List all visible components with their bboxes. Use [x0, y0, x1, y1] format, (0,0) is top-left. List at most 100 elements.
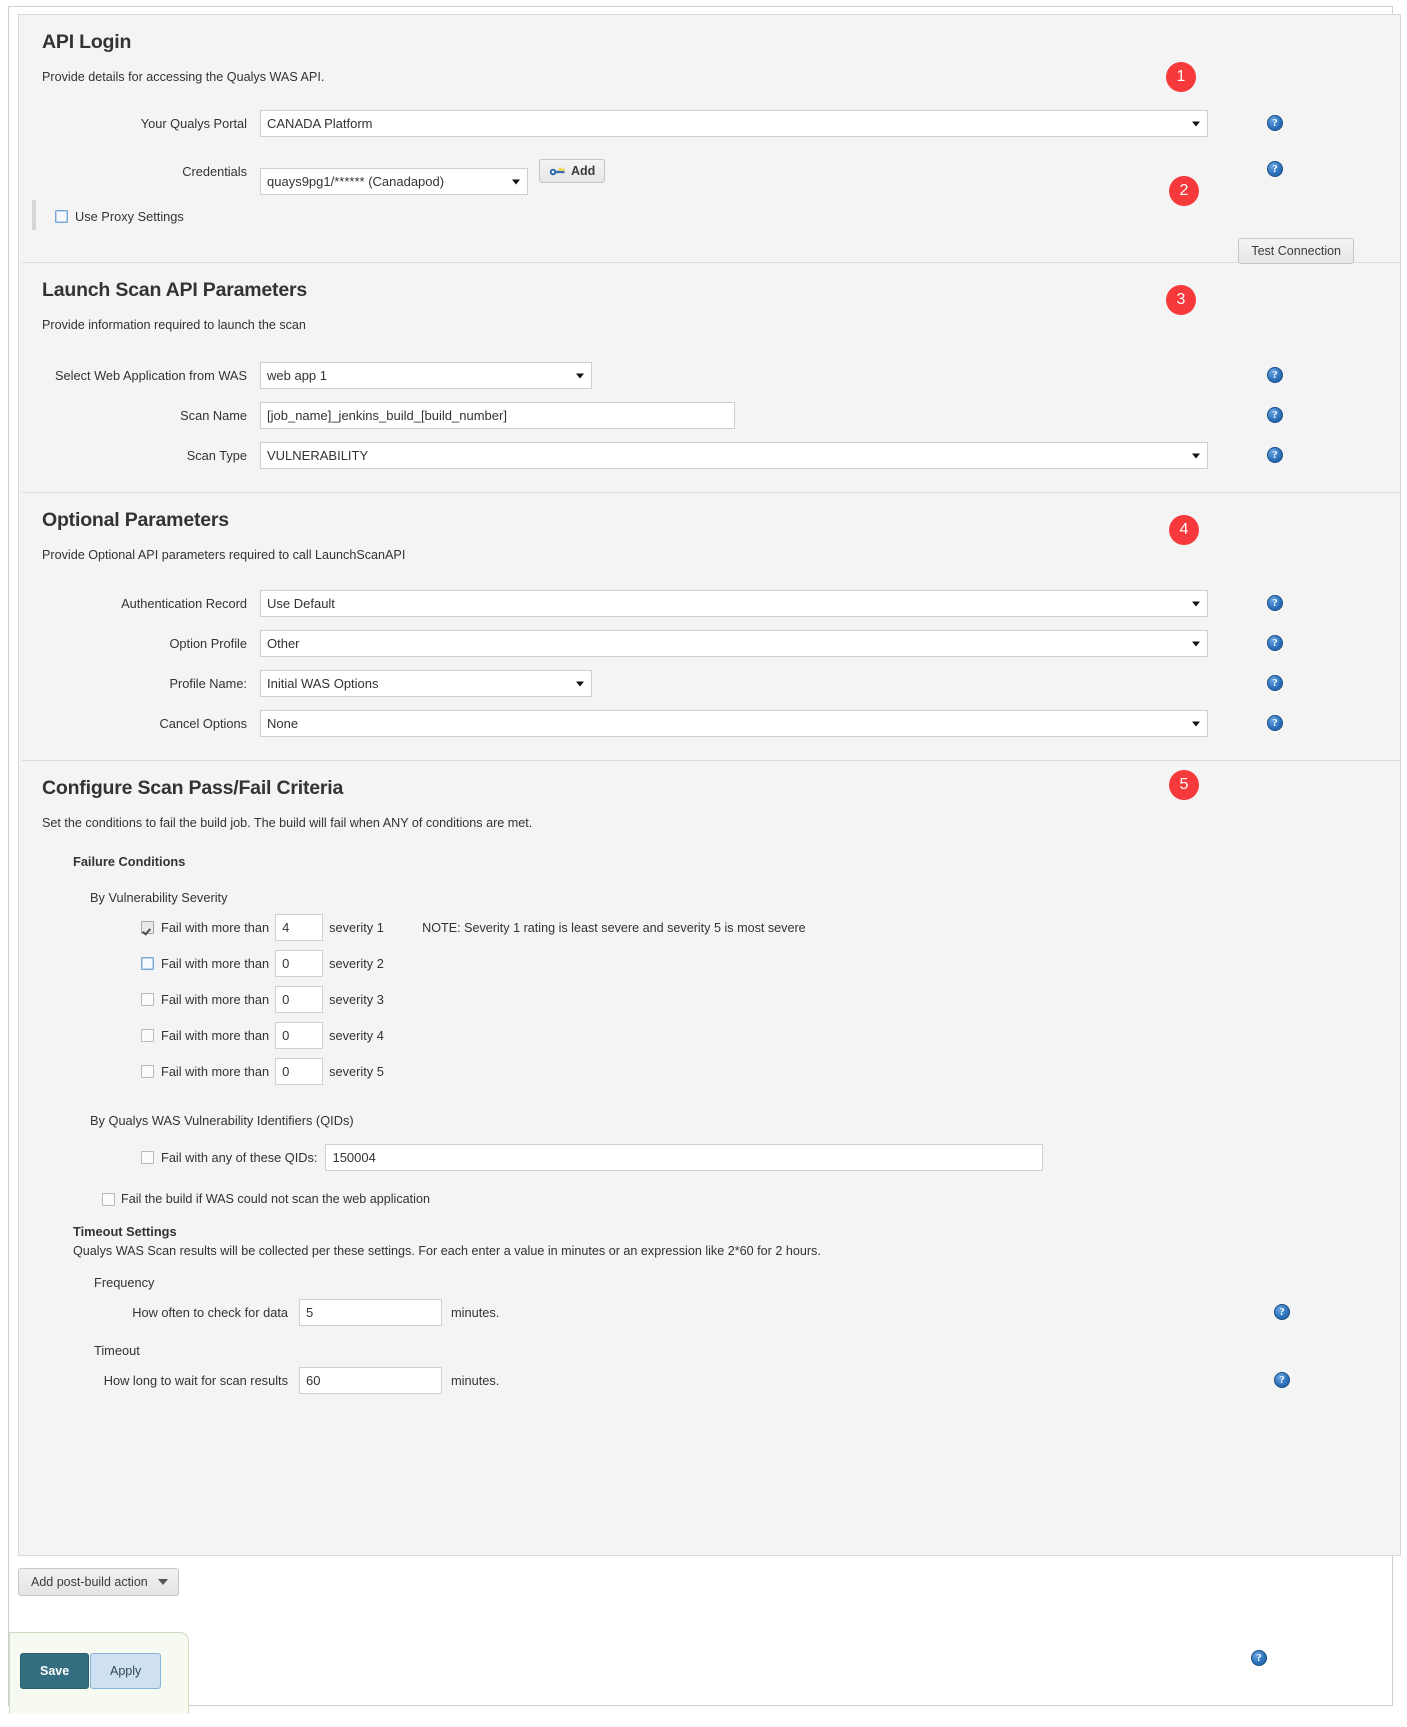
help-icon-scan-type[interactable]: ? [1267, 447, 1283, 463]
add-post-build-action-label: Add post-build action [31, 1575, 148, 1589]
severity-5-suffix: severity 5 [329, 1064, 384, 1079]
credentials-select[interactable]: quays9pg1/****** (Canadapod) [260, 168, 528, 195]
step-badge-4: 4 [1169, 515, 1199, 545]
severity-4-suffix: severity 4 [329, 1028, 384, 1043]
save-apply-bar: Save Apply [9, 1632, 189, 1714]
timeout-label: Timeout [94, 1343, 140, 1358]
save-button[interactable]: Save [20, 1653, 90, 1689]
profile-name-select[interactable]: Initial WAS Options [260, 670, 592, 697]
fail-if-not-scanned-label: Fail the build if WAS could not scan the… [121, 1192, 430, 1206]
option-profile-label: Option Profile [169, 636, 247, 651]
severity-row-4: Fail with more than severity 4 [141, 1022, 1384, 1049]
severity-row-3: Fail with more than severity 3 [141, 986, 1384, 1013]
frequency-unit: minutes. [451, 1305, 500, 1320]
severity-row-5: Fail with more than severity 5 [141, 1058, 1384, 1085]
qualys-portal-select[interactable]: CANADA Platform [260, 110, 1208, 137]
severity-note: NOTE: Severity 1 rating is least severe … [422, 920, 806, 935]
step-badge-3: 3 [1166, 285, 1196, 315]
qids-input[interactable] [325, 1144, 1044, 1171]
help-icon-cancel-options[interactable]: ? [1267, 715, 1283, 731]
help-icon-by-severity[interactable]: ? [1251, 1650, 1267, 1666]
auth-record-select[interactable]: Use Default [260, 590, 1208, 617]
by-severity-label: By Vulnerability Severity [90, 890, 228, 905]
row-scan-name: Scan Name ? [35, 401, 1384, 430]
step-badge-5: 5 [1169, 770, 1199, 800]
help-icon-frequency[interactable]: ? [1274, 1304, 1290, 1320]
help-icon-timeout[interactable]: ? [1274, 1372, 1290, 1388]
help-icon-portal[interactable]: ? [1267, 115, 1283, 131]
section-optional-parameters: Optional Parameters Provide Optional API… [19, 493, 1400, 760]
severity-2-count-input[interactable] [275, 950, 324, 977]
severity-1-checkbox[interactable] [141, 921, 154, 934]
severity-2-suffix: severity 2 [329, 956, 384, 971]
use-proxy-label: Use Proxy Settings [75, 209, 184, 224]
timeout-settings-heading: Timeout Settings [73, 1224, 177, 1239]
scan-type-select[interactable]: VULNERABILITY [260, 442, 1208, 469]
scan-name-input[interactable] [260, 402, 735, 429]
cancel-options-select[interactable]: None [260, 710, 1208, 737]
jenkins-job-config-screen: API Login Provide details for accessing … [0, 0, 1407, 1727]
add-post-build-action-button[interactable]: Add post-build action [18, 1568, 179, 1596]
page-frame: API Login Provide details for accessing … [8, 6, 1401, 1714]
help-icon-profile-name[interactable]: ? [1267, 675, 1283, 691]
scan-name-label: Scan Name [180, 408, 247, 423]
qids-label: Fail with any of these QIDs: [161, 1150, 318, 1165]
row-scan-type: Scan Type VULNERABILITY ? [35, 441, 1384, 470]
fail-if-not-scanned-row: Fail the build if WAS could not scan the… [102, 1192, 1384, 1206]
frequency-input[interactable] [299, 1299, 442, 1326]
severity-5-checkbox[interactable] [141, 1065, 154, 1078]
severity-5-prefix: Fail with more than [161, 1064, 270, 1079]
section-launch-scan: Launch Scan API Parameters Provide infor… [19, 263, 1400, 492]
scan-type-label: Scan Type [186, 448, 247, 463]
row-auth-record: Authentication Record Use Default ? [35, 589, 1384, 618]
row-profile-name: Profile Name: Initial WAS Options ? [35, 669, 1384, 698]
help-icon-web-application[interactable]: ? [1267, 367, 1283, 383]
help-icon-scan-name[interactable]: ? [1267, 407, 1283, 423]
help-icon-auth-record[interactable]: ? [1267, 595, 1283, 611]
web-application-select[interactable]: web app 1 [260, 362, 592, 389]
timeout-input[interactable] [299, 1367, 442, 1394]
by-qids-label: By Qualys WAS Vulnerability Identifiers … [90, 1113, 354, 1128]
severity-1-prefix: Fail with more than [161, 920, 270, 935]
help-icon-credentials[interactable]: ? [1267, 161, 1283, 177]
timeout-row: How long to wait for scan results minute… [94, 1367, 1384, 1394]
apply-button[interactable]: Apply [90, 1653, 162, 1689]
row-cancel-options: Cancel Options None ? [35, 709, 1384, 738]
severity-2-prefix: Fail with more than [161, 956, 270, 971]
proxy-group-marker [32, 200, 36, 230]
row-use-proxy[interactable]: Use Proxy Settings [55, 209, 1384, 224]
test-connection-button[interactable]: Test Connection [1238, 238, 1354, 264]
severity-2-checkbox[interactable] [141, 957, 154, 970]
severity-1-suffix: severity 1 [329, 920, 384, 935]
profile-name-label: Profile Name: [169, 676, 247, 691]
frequency-field-label: How often to check for data [132, 1305, 288, 1320]
severity-4-count-input[interactable] [275, 1022, 324, 1049]
severity-3-prefix: Fail with more than [161, 992, 270, 1007]
timeout-settings-description: Qualys WAS Scan results will be collecte… [73, 1244, 821, 1258]
add-credentials-button[interactable]: Add [539, 159, 606, 183]
failure-conditions-block: Failure Conditions By Vulnerability Seve… [35, 854, 1384, 1666]
severity-5-count-input[interactable] [275, 1058, 324, 1085]
severity-4-prefix: Fail with more than [161, 1028, 270, 1043]
test-connection-wrap: Test Connection [1238, 238, 1354, 264]
frequency-label: Frequency [94, 1275, 155, 1290]
help-icon-option-profile[interactable]: ? [1267, 635, 1283, 651]
section-api-login: API Login Provide details for accessing … [19, 15, 1400, 264]
severity-3-count-input[interactable] [275, 986, 324, 1013]
use-proxy-checkbox[interactable] [55, 210, 68, 223]
severity-3-suffix: severity 3 [329, 992, 384, 1007]
severity-4-checkbox[interactable] [141, 1029, 154, 1042]
section-pass-fail: Configure Scan Pass/Fail Criteria Set th… [19, 761, 1400, 1666]
post-build-action-panel: API Login Provide details for accessing … [18, 14, 1401, 1666]
timeout-unit: minutes. [451, 1373, 500, 1388]
severity-3-checkbox[interactable] [141, 993, 154, 1006]
qids-checkbox[interactable] [141, 1151, 154, 1164]
credentials-label: Credentials [182, 163, 247, 179]
fail-if-not-scanned-checkbox[interactable] [102, 1192, 115, 1206]
step-badge-1: 1 [1166, 62, 1196, 92]
add-credentials-label: Add [571, 164, 596, 178]
key-icon [549, 166, 566, 177]
option-profile-select[interactable]: Other [260, 630, 1208, 657]
severity-1-count-input[interactable] [275, 914, 324, 941]
pass-fail-description: Set the conditions to fail the build job… [42, 816, 533, 830]
